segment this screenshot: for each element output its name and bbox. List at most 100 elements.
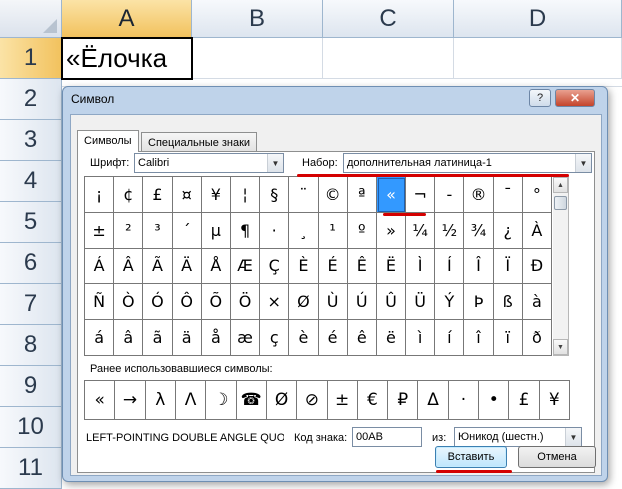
cancel-button[interactable]: Отмена (518, 446, 596, 468)
symbol-cell[interactable]: § (260, 177, 290, 213)
symbol-cell[interactable]: ß (493, 284, 523, 321)
recent-symbol-cell[interactable]: • (479, 381, 510, 420)
row-header-2[interactable]: 2 (0, 79, 62, 120)
chevron-down-icon[interactable]: ▼ (575, 154, 591, 172)
symbol-cell[interactable]: Þ (464, 284, 494, 321)
symbol-cell[interactable]: Ð (522, 248, 552, 285)
recent-symbol-cell[interactable]: ± (327, 381, 358, 420)
row-header-9[interactable]: 9 (0, 366, 62, 407)
recent-symbol-cell[interactable]: ¥ (539, 381, 570, 420)
symbol-cell[interactable]: ¬ (406, 177, 436, 213)
symbol-cell[interactable]: í (435, 320, 465, 356)
column-header-d[interactable]: D (454, 0, 622, 38)
recent-symbol-cell[interactable]: Ø (266, 381, 298, 420)
symbol-cell[interactable]: Û (376, 284, 407, 321)
symbol-cell[interactable]: ± (85, 212, 115, 249)
symbol-cell[interactable]: - (435, 177, 465, 213)
row-header-4[interactable]: 4 (0, 161, 62, 202)
recent-symbol-cell[interactable]: ☽ (206, 381, 237, 420)
symbol-cell[interactable]: Õ (201, 284, 231, 321)
scroll-thumb[interactable] (554, 196, 567, 210)
symbol-cell[interactable]: É (318, 248, 348, 285)
row-header-8[interactable]: 8 (0, 325, 62, 366)
chevron-down-icon[interactable]: ▼ (267, 154, 283, 172)
subset-select[interactable]: дополнительная латиница-1 ▼ (343, 153, 592, 173)
symbol-cell[interactable]: ¯ (493, 177, 523, 213)
symbol-cell[interactable]: ë (376, 320, 407, 356)
symbol-cell[interactable]: © (318, 177, 348, 213)
symbol-cell[interactable]: ³ (143, 212, 173, 249)
row-header-11[interactable]: 11 (0, 448, 62, 489)
recent-symbol-cell[interactable]: £ (509, 381, 540, 420)
recent-symbol-cell[interactable]: « (85, 381, 116, 420)
symbol-cell[interactable]: Ñ (85, 284, 115, 321)
recent-symbol-cell[interactable]: Δ (418, 381, 449, 420)
symbol-cell[interactable]: ã (143, 320, 173, 356)
symbol-cell[interactable]: Ù (318, 284, 348, 321)
column-header-c[interactable]: C (323, 0, 454, 38)
scroll-up-icon[interactable]: ▲ (553, 177, 568, 193)
symbol-cell[interactable]: Ø (289, 284, 319, 321)
cell-c1[interactable] (323, 38, 454, 79)
symbol-cell[interactable]: Ç (260, 248, 290, 285)
cell-d1[interactable] (454, 38, 622, 79)
select-all-corner[interactable] (0, 0, 62, 38)
symbol-cell[interactable]: ¶ (230, 212, 261, 249)
column-header-a[interactable]: A (62, 0, 192, 38)
symbol-cell[interactable]: Æ (230, 248, 261, 285)
symbol-cell[interactable]: ° (522, 177, 552, 213)
row-header-10[interactable]: 10 (0, 407, 62, 448)
symbol-cell[interactable]: º (347, 212, 377, 249)
symbol-cell[interactable]: ½ (435, 212, 465, 249)
tab-special-characters[interactable]: Специальные знаки (141, 132, 258, 151)
symbol-cell[interactable]: ì (406, 320, 436, 356)
symbol-cell[interactable]: ï (493, 320, 523, 356)
recent-symbol-cell[interactable]: λ (145, 381, 176, 420)
symbol-cell[interactable]: ¢ (114, 177, 144, 213)
symbol-cell[interactable]: ¤ (172, 177, 202, 213)
symbol-cell[interactable]: È (289, 248, 319, 285)
symbol-cell[interactable]: ª (347, 177, 377, 213)
cell-a1[interactable]: «Ёлочка (61, 37, 193, 80)
symbol-cell[interactable]: Å (201, 248, 231, 285)
symbol-cell[interactable]: ¹ (318, 212, 348, 249)
symbol-cell[interactable]: Î (464, 248, 494, 285)
symbol-cell[interactable]: Ô (172, 284, 202, 321)
symbol-cell[interactable]: è (289, 320, 319, 356)
column-header-b[interactable]: B (192, 0, 323, 38)
symbol-cell[interactable]: Ê (347, 248, 377, 285)
symbol-cell[interactable]: ç (260, 320, 290, 356)
row-header-6[interactable]: 6 (0, 243, 62, 284)
symbol-cell[interactable]: ´ (172, 212, 202, 249)
recent-symbol-cell[interactable]: Λ (175, 381, 207, 420)
symbol-cell[interactable]: ð (522, 320, 552, 356)
symbol-cell[interactable]: · (260, 212, 290, 249)
symbol-cell[interactable]: ¥ (201, 177, 231, 213)
cell-b1[interactable] (193, 38, 323, 79)
symbol-cell[interactable]: Ý (435, 284, 465, 321)
symbol-cell[interactable]: × (260, 284, 290, 321)
symbol-cell[interactable]: » (376, 212, 407, 249)
symbol-cell[interactable]: Ö (230, 284, 261, 321)
recent-symbol-cell[interactable]: € (357, 381, 389, 420)
symbol-cell[interactable]: ¨ (289, 177, 319, 213)
symbol-cell[interactable]: Ï (493, 248, 523, 285)
symbol-cell[interactable]: å (201, 320, 231, 356)
symbol-cell[interactable]: ¸ (289, 212, 319, 249)
symbol-cell[interactable]: Ò (114, 284, 144, 321)
symbol-cell[interactable]: ¼ (406, 212, 436, 249)
symbol-cell[interactable]: ¿ (493, 212, 523, 249)
symbol-cell[interactable]: Â (114, 248, 144, 285)
recent-symbol-cell[interactable]: · (448, 381, 480, 420)
char-code-input[interactable]: 00AB (352, 427, 422, 447)
symbol-cell[interactable]: æ (230, 320, 261, 356)
symbol-cell[interactable]: À (522, 212, 552, 249)
code-source-select[interactable]: Юникод (шестн.) ▼ (454, 427, 582, 447)
row-header-7[interactable]: 7 (0, 284, 62, 325)
symbol-cell[interactable]: Ü (406, 284, 436, 321)
chevron-down-icon[interactable]: ▼ (565, 428, 581, 446)
symbol-cell-selected[interactable]: « (376, 177, 407, 213)
symbol-cell[interactable]: ¾ (464, 212, 494, 249)
symbol-cell[interactable]: Á (85, 248, 115, 285)
symbol-cell[interactable]: á (85, 320, 115, 356)
